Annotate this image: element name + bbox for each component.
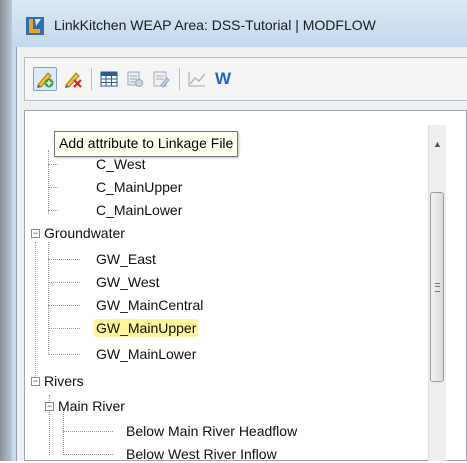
tree-connector [48,282,80,283]
tooltip: Add attribute to Linkage File [54,131,239,157]
tree-node-gw-mainlower[interactable]: GW_MainLower [96,345,196,363]
tree-node-gw-east[interactable]: GW_East [96,250,156,268]
tree-connector [63,454,113,455]
linkage-button[interactable] [123,67,147,91]
tree-connector [48,164,58,165]
tree-node-gw-west[interactable]: GW_West [96,273,160,291]
tree-connector [63,431,113,432]
toolbar-separator [179,68,180,90]
edit-button[interactable] [149,67,173,91]
tree-node-below-west-river-inflow[interactable]: Below West River Inflow [126,445,277,463]
tree-connector [48,305,80,306]
groundwater-collapse-toggle[interactable]: − [31,229,40,238]
window-edge [0,0,12,461]
tree-node-gw-mainupper-selected[interactable]: GW_MainUpper [94,319,199,337]
remove-attribute-button[interactable] [61,67,85,91]
toolbar-separator [91,68,92,90]
add-attribute-button[interactable] [33,67,57,91]
tree-node-c-mainlower[interactable]: C_MainLower [96,201,182,219]
tree-node-main-river[interactable]: Main River [58,397,125,415]
add-attribute-icon [37,72,54,88]
tree-node-below-main-river-headflow[interactable]: Below Main River Headflow [126,422,297,440]
tree-node-c-mainupper[interactable]: C_MainUpper [96,178,182,196]
tree-connector [48,187,58,188]
weap-w-icon: W [214,69,232,88]
edit-icon [153,71,170,88]
tree-connector [48,259,80,260]
tree-node-groundwater[interactable]: Groundwater [44,224,125,242]
app-window: LinkKitchen WEAP Area: DSS-Tutorial | MO… [0,0,467,463]
scroll-thumb[interactable] [430,192,444,382]
window-title: LinkKitchen WEAP Area: DSS-Tutorial | MO… [54,17,376,33]
grid-button[interactable] [97,67,121,91]
remove-attribute-icon [65,72,82,88]
grid-icon [100,71,118,87]
weap-button[interactable]: W [211,67,235,91]
linkage-icon [127,71,143,87]
rivers-collapse-toggle[interactable]: − [31,377,40,386]
tree-connector [63,410,64,455]
tree-connector [48,354,80,355]
tree-connector [48,150,49,214]
main-river-collapse-toggle[interactable]: − [45,402,54,411]
scroll-up-arrow-icon[interactable]: ▲ [429,137,446,151]
tree-connector [35,242,36,380]
vertical-scrollbar[interactable]: ▲ [428,125,446,461]
chart-button[interactable] [185,67,209,91]
scroll-grip-icon [435,283,440,292]
linkkitchen-app-icon [26,17,44,35]
chart-icon [188,72,206,87]
tree-connector [48,210,58,211]
tree-node-rivers[interactable]: Rivers [44,372,84,390]
tree-node-c-west[interactable]: C_West [96,155,146,173]
title-bar[interactable]: LinkKitchen WEAP Area: DSS-Tutorial | MO… [12,0,467,47]
tree-connector [48,328,80,329]
toolbar: W [24,57,467,101]
tree-node-gw-maincentral[interactable]: GW_MainCentral [96,296,203,314]
